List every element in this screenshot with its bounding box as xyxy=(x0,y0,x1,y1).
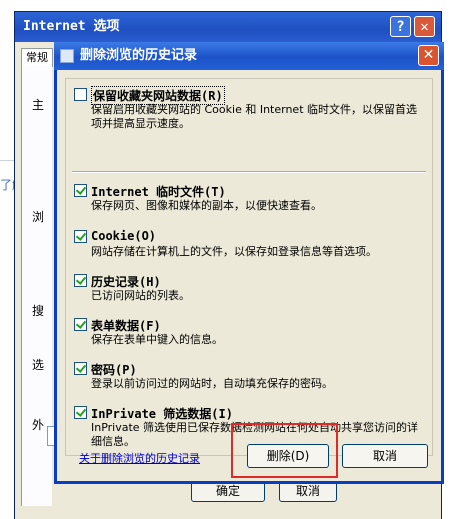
dialog-title: 删除浏览的历史记录 xyxy=(80,48,198,63)
option-title: 历史记录(H) xyxy=(91,275,161,289)
option-desc: 保留启用收藏夹网站的 Cookie 和 Internet 临时文件，以保留首选项… xyxy=(91,103,417,130)
outer-label-browse: 浏 xyxy=(32,210,45,224)
checkbox-cookies[interactable] xyxy=(74,230,87,243)
outer-label-search: 搜 xyxy=(32,304,45,318)
ie-window-icon xyxy=(60,49,74,63)
checkbox-inprivate[interactable] xyxy=(74,406,87,419)
about-delete-history-link[interactable]: 关于删除浏览的历史记录 xyxy=(79,450,200,466)
option-desc: 网站存储在计算机上的文件，以保存如登录信息等首选项。 xyxy=(91,245,377,258)
dialog-cancel-button[interactable]: 取消 xyxy=(342,444,428,468)
outer-label-appearance: 外 xyxy=(32,418,45,432)
options-separator xyxy=(72,171,426,172)
checkbox-temp-files[interactable] xyxy=(74,184,87,197)
option-desc: 已访问网站的列表。 xyxy=(91,289,190,302)
option-title: 表单数据(F) xyxy=(91,319,161,333)
option-title: InPrivate 筛选数据(I) xyxy=(91,407,233,421)
outer-title-bar: Internet 选项 ? ✕ xyxy=(15,12,441,42)
help-button[interactable]: ? xyxy=(390,16,411,37)
option-title: Cookie(O) xyxy=(91,229,157,243)
option-desc: 保存网页、图像和媒体的副本，以便快速查看。 xyxy=(91,199,322,212)
outer-label-tabs: 选 xyxy=(32,358,45,372)
delete-button-highlight xyxy=(231,423,338,478)
outer-label-home: 主 xyxy=(32,98,45,112)
outer-close-button[interactable]: ✕ xyxy=(414,16,435,37)
option-title: 密码(P) xyxy=(91,363,137,377)
checkbox-passwords[interactable] xyxy=(74,362,87,375)
option-title: Internet 临时文件(T) xyxy=(91,185,226,199)
dialog-title-bar: 删除浏览的历史记录 ✕ xyxy=(54,42,444,70)
options-group: 保留收藏夹网站数据(R) 保留启用收藏夹网站的 Cookie 和 Interne… xyxy=(65,78,433,456)
option-desc: 登录以前访问过的网站时，自动填充保存的密码。 xyxy=(91,377,333,390)
checkbox-form-data[interactable] xyxy=(74,318,87,331)
dialog-close-button[interactable]: ✕ xyxy=(418,45,439,66)
outer-window-title: Internet 选项 xyxy=(23,19,120,34)
option-desc: 保存在表单中键入的信息。 xyxy=(91,333,223,346)
checkbox-history[interactable] xyxy=(74,274,87,287)
checkbox-preserve-favorites[interactable] xyxy=(74,88,87,101)
delete-history-dialog: 删除浏览的历史记录 ✕ 保留收藏夹网站数据(R) 保留启用收藏夹网站的 Cook… xyxy=(54,42,444,484)
tab-general[interactable]: 常规 xyxy=(21,48,53,67)
